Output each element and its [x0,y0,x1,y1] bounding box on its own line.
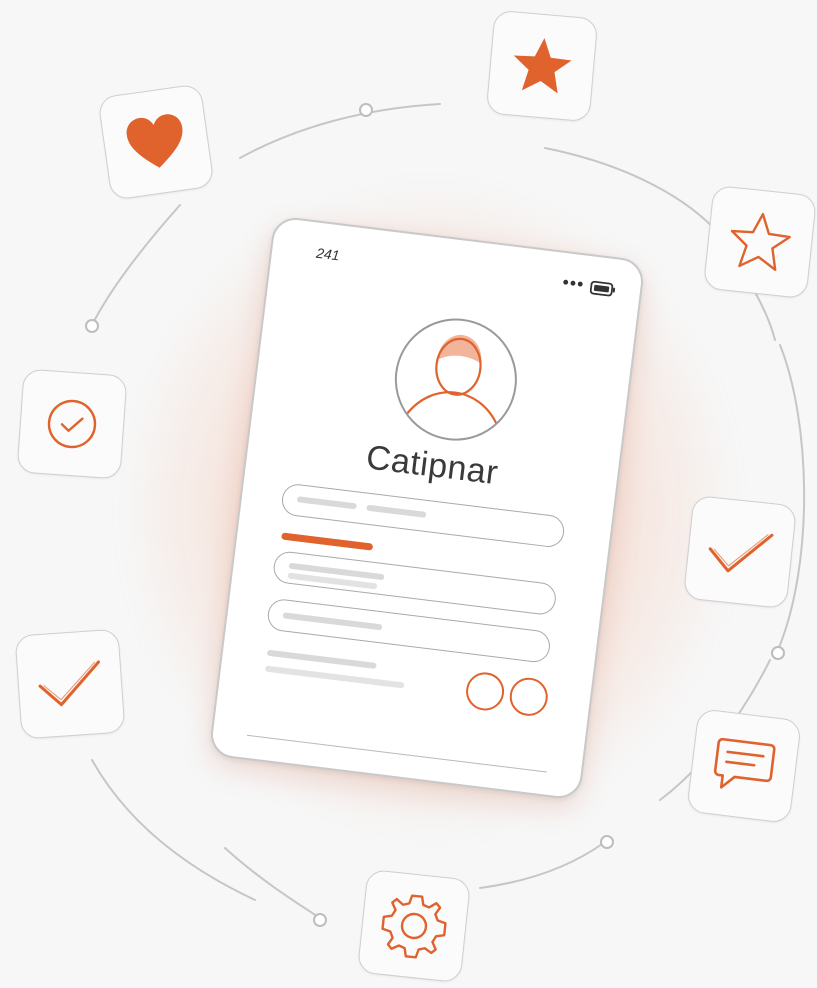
checkmark-tile-right[interactable] [682,494,798,610]
check-circle-icon [47,399,97,449]
checkmark-tile-left[interactable] [14,628,126,740]
battery-icon [589,280,616,297]
illustration-canvas: 241 ••• Catipnar [0,0,817,988]
orbit-node [359,103,373,117]
profile-avatar[interactable] [387,311,524,448]
check-circle-tile[interactable] [16,368,128,480]
orbit-node [771,646,785,660]
user-avatar-icon [405,335,499,428]
phone-mockup: 241 ••• Catipnar [208,215,646,801]
placeholder-bar [266,649,377,669]
heart-tile[interactable] [97,83,215,201]
gear-tile[interactable] [356,868,472,984]
star-filled-tile[interactable] [485,9,599,123]
orbit-node [313,913,327,927]
heart-icon [126,114,183,168]
checkmark-icon [708,533,774,573]
orbit-node [85,319,99,333]
star-outline-icon [730,212,791,271]
gear-icon [381,894,447,959]
accent-progress-bar [281,532,374,551]
placeholder-bar [264,665,405,689]
chat-tile[interactable] [686,708,802,824]
placeholder-bar [366,504,427,518]
signal-dots: ••• [561,271,586,295]
chat-icon [713,737,776,789]
circle-button-1[interactable] [463,670,507,713]
orbit-node [600,835,614,849]
star-icon [513,38,572,94]
status-time: 241 [315,244,341,264]
circle-button-2[interactable] [507,675,550,718]
star-outline-tile[interactable] [702,184,817,300]
placeholder-bar [296,496,358,510]
placeholder-bar [282,612,383,631]
checkmark-icon [38,660,101,707]
